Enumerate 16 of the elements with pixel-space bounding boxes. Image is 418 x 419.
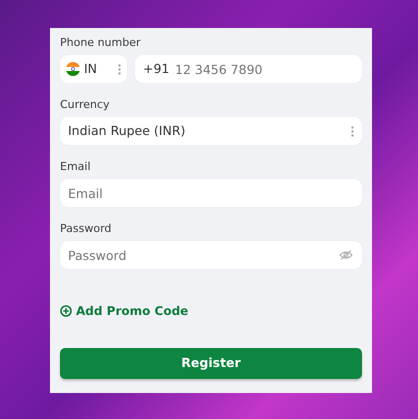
country-code-prefix: +91 — [143, 61, 170, 77]
flag-icon — [66, 62, 80, 76]
plus-circle-icon — [60, 305, 72, 317]
field-label: Phone number — [60, 36, 142, 50]
country-select[interactable]: IN — [60, 55, 127, 83]
register-button[interactable]: Register — [60, 348, 362, 379]
field-label: Currency — [60, 98, 111, 112]
eye-slash-icon[interactable] — [339, 250, 353, 260]
password-field[interactable]: Password — [60, 241, 362, 269]
currency-select[interactable]: Indian Rupee (INR) — [60, 117, 362, 145]
field-label: Email — [60, 160, 92, 174]
field-label: Password — [60, 222, 112, 236]
more-icon — [118, 64, 121, 74]
add-promo-link[interactable]: Add Promo Code — [60, 302, 188, 320]
more-icon — [351, 126, 354, 136]
email-field[interactable]: Email — [60, 179, 362, 207]
